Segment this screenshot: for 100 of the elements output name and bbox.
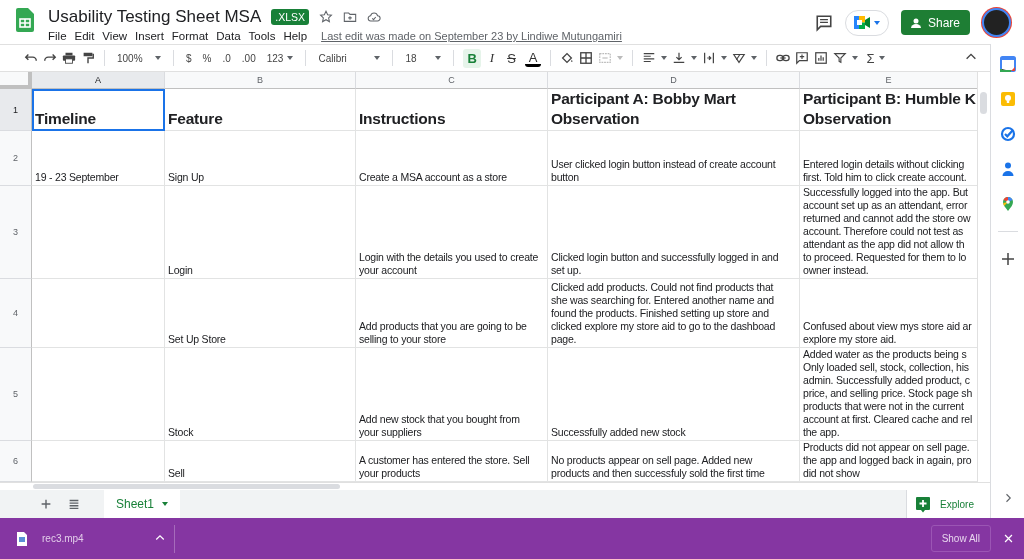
video-file-icon[interactable] [14, 530, 30, 547]
caret-icon [435, 56, 442, 60]
row-header[interactable]: 3 [0, 186, 32, 279]
last-edit-link[interactable]: Last edit was made on September 23 by Lindiwe Mutungamiri [321, 30, 622, 42]
column-title-cell[interactable]: Feature [165, 89, 356, 131]
table-cell[interactable]: User clicked login button instead of create account button [548, 131, 800, 186]
column-title-cell[interactable]: Timeline [32, 89, 165, 131]
font-dropdown[interactable]: Calibri [315, 50, 384, 66]
paint-format-icon[interactable] [81, 51, 95, 65]
column-header[interactable]: D [548, 72, 800, 89]
sheet-list-icon[interactable] [67, 497, 81, 511]
text-wrap-icon[interactable] [702, 51, 717, 65]
column-header[interactable]: A [32, 72, 165, 89]
italic-button[interactable]: I [485, 48, 499, 68]
column-header[interactable]: E [800, 72, 977, 89]
zoom-dropdown[interactable]: 100% [114, 50, 164, 66]
sheet-tab[interactable]: Sheet1 [104, 490, 181, 518]
table-cell[interactable]: Clicked add products. Could not find products that she was searching for. Entered another name and found the products. Finished setting up store and clicked explore my store aid to go to the dashboad page. [548, 279, 800, 348]
table-cell[interactable]: Sign Up [165, 131, 356, 186]
share-button[interactable]: Share [900, 10, 970, 35]
file-format-badge: .XLSX [271, 9, 309, 25]
menu-item[interactable]: File [48, 30, 71, 42]
caret-icon [287, 56, 294, 60]
menu-item[interactable]: View [98, 30, 132, 42]
spreadsheet-logo[interactable] [16, 8, 34, 32]
table-cell[interactable] [32, 348, 165, 441]
user-avatar[interactable] [982, 8, 1011, 37]
row-header[interactable]: 4 [0, 279, 32, 348]
caret-icon [661, 56, 668, 60]
filter-icon[interactable] [833, 51, 848, 65]
column-header[interactable]: B [165, 72, 356, 89]
caret-icon [873, 20, 880, 25]
explore-button[interactable]: Explore [906, 490, 990, 518]
column-header[interactable]: C [356, 72, 548, 89]
decrease-decimal-button[interactable]: .0 [219, 50, 234, 66]
document-title[interactable]: Usability Testing Sheet MSA [48, 7, 262, 27]
caret-icon [721, 56, 728, 60]
caret-icon [617, 56, 624, 60]
table-cell[interactable]: Add products that you are going to be selling to your store [356, 279, 548, 348]
currency-button[interactable]: $ [183, 50, 195, 66]
functions-button[interactable]: Σ [863, 48, 888, 68]
download-file-name[interactable]: rec3.mp4 [42, 533, 84, 544]
color-button[interactable]: A [524, 49, 542, 67]
folder-icon[interactable] [343, 10, 357, 24]
caret-icon [691, 56, 698, 60]
table-cell[interactable]: Stock [165, 348, 356, 441]
table-cell[interactable] [32, 186, 165, 279]
table-cell[interactable]: Successfully added new stock [548, 348, 800, 441]
table-cell[interactable]: Clicked login button and successfully logged in and set up. [548, 186, 800, 279]
caret-icon [878, 56, 885, 60]
caret-icon [162, 502, 169, 506]
person-icon [910, 17, 923, 28]
scrollbar-thumb[interactable] [980, 92, 987, 114]
table-cell[interactable]: Set Up Store [165, 279, 356, 348]
task-check-icon[interactable] [999, 126, 1016, 142]
menu-item[interactable]: Insert [131, 30, 168, 42]
menu-item[interactable]: Data [212, 30, 245, 42]
table-cell[interactable]: Login with the details you used to create your account [356, 186, 548, 279]
bold-button[interactable]: B [463, 48, 481, 68]
menu-item[interactable]: Tools [244, 30, 280, 42]
menu-item[interactable]: Format [167, 30, 213, 42]
add-icon[interactable] [999, 251, 1016, 267]
menu-item[interactable]: Edit [70, 30, 99, 42]
column-title-cell[interactable]: Participant A: Bobby Mart Observation [548, 89, 800, 131]
chart-icon[interactable] [814, 51, 829, 65]
merge-cells-icon[interactable] [598, 51, 613, 65]
table-cell[interactable] [32, 279, 165, 348]
caret-icon [751, 56, 758, 60]
table-cell[interactable]: Login [165, 186, 356, 279]
add-sheet-icon[interactable] [39, 497, 53, 511]
add-comment-icon[interactable] [795, 51, 810, 65]
row-header[interactable]: 5 [0, 348, 32, 441]
comment-icon[interactable] [814, 13, 833, 32]
borders-icon[interactable] [579, 51, 594, 65]
explore-icon [915, 495, 932, 513]
increase-decimal-button[interactable]: .00 [238, 50, 259, 66]
table-cell[interactable]: 19 - 23 September [32, 131, 165, 186]
cloud-icon[interactable] [367, 10, 381, 24]
star-icon[interactable] [319, 10, 333, 24]
scrollbar-thumb[interactable] [33, 484, 340, 489]
row-header[interactable]: 6 [0, 441, 32, 482]
menu-item[interactable]: Help [279, 30, 312, 42]
row-header[interactable]: 2 [0, 131, 32, 186]
table-cell[interactable]: Add new stock that you bought from your suppliers [356, 348, 548, 441]
font-size-dropdown[interactable]: 18 [402, 50, 445, 66]
close-icon[interactable] [1003, 532, 1014, 544]
align-left-icon[interactable] [642, 51, 657, 65]
percent-button[interactable]: % [199, 50, 215, 66]
vertical-align-icon[interactable] [672, 51, 687, 65]
table-cell[interactable]: Create a MSA account as a store [356, 131, 548, 186]
show-all-button[interactable]: Show All [930, 525, 991, 552]
row-header[interactable]: 1 [0, 89, 32, 131]
text-rotate-icon[interactable] [732, 51, 747, 65]
fill-color-icon[interactable] [560, 51, 575, 65]
strike-button[interactable]: S [503, 48, 520, 68]
number-format-dropdown[interactable]: 123 [263, 50, 297, 66]
calendar-icon[interactable] [999, 56, 1016, 72]
caret-icon [374, 56, 381, 60]
print-icon[interactable] [62, 51, 76, 65]
column-title-cell[interactable]: Instructions [356, 89, 548, 131]
